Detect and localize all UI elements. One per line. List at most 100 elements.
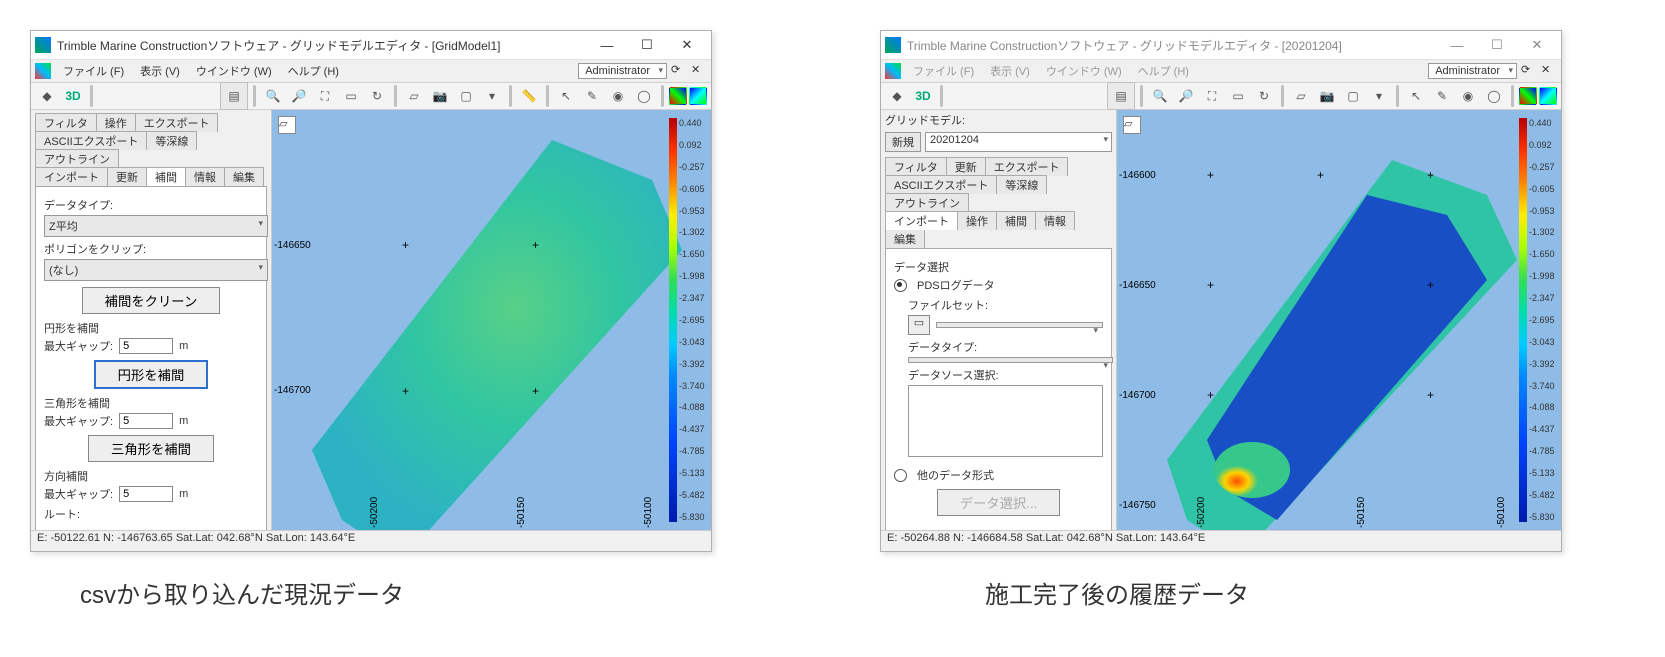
menu-view[interactable]: 表示 (V)	[982, 61, 1038, 81]
tab-contour[interactable]: 等深線	[996, 175, 1047, 194]
tab-ops[interactable]: 操作	[957, 211, 997, 230]
zoom-out-icon[interactable]: 🔎	[287, 84, 311, 108]
zoom-extents-icon[interactable]: ⛶	[313, 84, 337, 108]
refresh-icon[interactable]: ⟳	[671, 63, 687, 79]
datasource-listbox[interactable]	[908, 385, 1103, 457]
color-b-icon[interactable]	[689, 87, 707, 105]
clean-interp-button[interactable]: 補間をクリーン	[82, 287, 221, 314]
other-radio-row[interactable]: 他のデータ形式	[894, 467, 1103, 483]
tab-filter[interactable]: フィルタ	[885, 157, 947, 176]
lasso-icon[interactable]: ◯	[1482, 84, 1506, 108]
maxgap-input-1[interactable]	[119, 338, 173, 354]
eraser-icon[interactable]: ✎	[580, 84, 604, 108]
zoom-in-icon[interactable]: 🔍	[261, 84, 285, 108]
rotate-icon[interactable]: ↻	[365, 84, 389, 108]
pds-radio[interactable]	[894, 279, 907, 292]
viewport-layers-icon[interactable]: ▱	[1123, 116, 1141, 134]
close-child-icon[interactable]: ✕	[1541, 63, 1557, 79]
tab-filter[interactable]: フィルタ	[35, 113, 97, 132]
lasso-icon[interactable]: ◯	[632, 84, 656, 108]
dropdown-icon[interactable]: ▾	[480, 84, 504, 108]
close-button[interactable]: ✕	[1517, 35, 1557, 55]
rect-icon[interactable]: ▢	[454, 84, 478, 108]
minimize-button[interactable]: —	[587, 35, 627, 55]
tool-3d[interactable]: 3D	[61, 84, 85, 108]
cursor-icon[interactable]: ↖	[554, 84, 578, 108]
paint-icon[interactable]: ◉	[606, 84, 630, 108]
maximize-button[interactable]: ☐	[627, 35, 667, 55]
eraser-icon[interactable]: ✎	[1430, 84, 1454, 108]
other-radio[interactable]	[894, 469, 907, 482]
tri-interp-button[interactable]: 三角形を補間	[88, 435, 214, 462]
menu-file[interactable]: ファイル (F)	[905, 61, 982, 81]
tool-palette[interactable]: ◆	[885, 84, 909, 108]
pds-radio-row[interactable]: PDSログデータ	[894, 277, 1103, 293]
measure-icon[interactable]: 📏	[517, 84, 541, 108]
tab-interp[interactable]: 補間	[146, 167, 186, 186]
zoom-window-icon[interactable]: ▭	[1226, 84, 1250, 108]
menu-window[interactable]: ウインドウ (W)	[1038, 61, 1130, 81]
tab-outline[interactable]: アウトライン	[35, 149, 119, 168]
tab-ascii[interactable]: ASCIIエクスポート	[885, 175, 997, 194]
zoom-window-icon[interactable]: ▭	[339, 84, 363, 108]
fileset-combo[interactable]	[936, 322, 1103, 328]
datatype-combo[interactable]: Z平均	[44, 215, 268, 237]
close-child-icon[interactable]: ✕	[691, 63, 707, 79]
zoom-extents-icon[interactable]: ⛶	[1200, 84, 1224, 108]
viewport[interactable]: ▱	[1117, 110, 1561, 530]
layers-icon[interactable]: ▱	[402, 84, 426, 108]
tab-ascii[interactable]: ASCIIエクスポート	[35, 131, 147, 150]
camera-icon[interactable]: 📷	[428, 84, 452, 108]
tool-palette[interactable]: ◆	[35, 84, 59, 108]
new-grid-button[interactable]: 新規	[885, 132, 921, 152]
menu-help[interactable]: ヘルプ (H)	[1130, 61, 1197, 81]
tab-ops[interactable]: 操作	[96, 113, 136, 132]
tab-update[interactable]: 更新	[946, 157, 986, 176]
menu-help[interactable]: ヘルプ (H)	[280, 61, 347, 81]
tool-3d[interactable]: 3D	[911, 84, 935, 108]
minimize-button[interactable]: —	[1437, 35, 1477, 55]
tab-info[interactable]: 情報	[1035, 211, 1075, 230]
tab-import[interactable]: インポート	[885, 211, 958, 230]
tool-view-icon[interactable]: ▤	[1109, 84, 1133, 108]
tab-export[interactable]: エクスポート	[985, 157, 1069, 176]
datatype-combo[interactable]	[908, 357, 1113, 363]
tab-outline[interactable]: アウトライン	[885, 193, 969, 212]
tab-import[interactable]: インポート	[35, 167, 108, 186]
menu-window[interactable]: ウインドウ (W)	[188, 61, 280, 81]
rotate-icon[interactable]: ↻	[1252, 84, 1276, 108]
admin-combo[interactable]: Administrator	[1428, 63, 1517, 79]
maxgap-input-2[interactable]	[119, 413, 173, 429]
polyclip-combo[interactable]: (なし)	[44, 259, 268, 281]
cursor-icon[interactable]: ↖	[1404, 84, 1428, 108]
color-a-icon[interactable]	[669, 87, 687, 105]
viewport-layers-icon[interactable]: ▱	[278, 116, 296, 134]
zoom-in-icon[interactable]: 🔍	[1148, 84, 1172, 108]
refresh-icon[interactable]: ⟳	[1521, 63, 1537, 79]
maxgap-input-3[interactable]	[119, 486, 173, 502]
viewport[interactable]: ▱ -146650 -146700	[272, 110, 711, 530]
camera-icon[interactable]: 📷	[1315, 84, 1339, 108]
tab-export[interactable]: エクスポート	[135, 113, 219, 132]
tab-info[interactable]: 情報	[185, 167, 225, 186]
tab-update[interactable]: 更新	[107, 167, 147, 186]
gridmodel-combo[interactable]: 20201204	[925, 132, 1112, 152]
tool-view-icon[interactable]: ▤	[222, 84, 246, 108]
tab-edit[interactable]: 編集	[885, 229, 925, 248]
tab-interp[interactable]: 補間	[996, 211, 1036, 230]
color-a-icon[interactable]	[1519, 87, 1537, 105]
fileset-open-button[interactable]: ▭	[908, 315, 930, 335]
admin-combo[interactable]: Administrator	[578, 63, 667, 79]
paint-icon[interactable]: ◉	[1456, 84, 1480, 108]
dropdown-icon[interactable]: ▾	[1367, 84, 1391, 108]
tab-edit[interactable]: 編集	[224, 167, 264, 186]
zoom-out-icon[interactable]: 🔎	[1174, 84, 1198, 108]
close-button[interactable]: ✕	[667, 35, 707, 55]
maximize-button[interactable]: ☐	[1477, 35, 1517, 55]
menu-view[interactable]: 表示 (V)	[132, 61, 188, 81]
color-b-icon[interactable]	[1539, 87, 1557, 105]
rect-icon[interactable]: ▢	[1341, 84, 1365, 108]
tab-contour[interactable]: 等深線	[146, 131, 197, 150]
circle-interp-button[interactable]: 円形を補間	[94, 360, 209, 389]
layers-icon[interactable]: ▱	[1289, 84, 1313, 108]
